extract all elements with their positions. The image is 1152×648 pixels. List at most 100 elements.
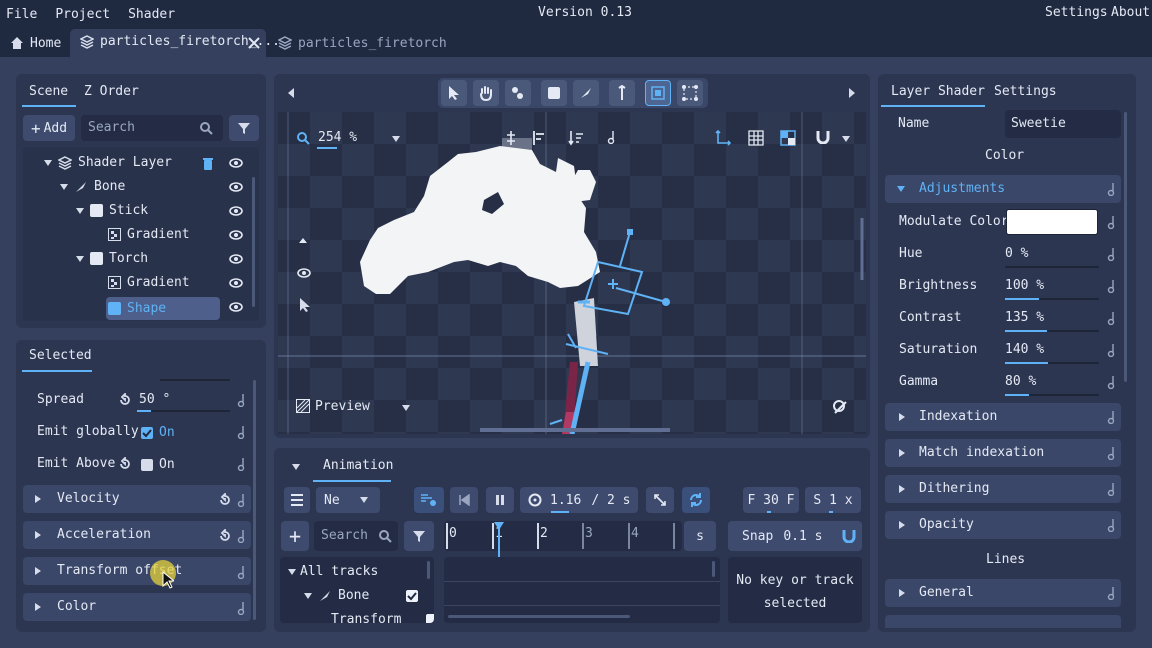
key-icon[interactable] [1107,343,1117,361]
track-bone[interactable]: Bone [304,588,369,603]
zoom-value[interactable]: 254 % [318,130,357,145]
prop-slider[interactable] [1005,330,1099,332]
key-icon[interactable] [1107,182,1117,196]
section-adjustments[interactable]: Adjustments [885,175,1121,203]
menu-project[interactable]: Project [55,7,110,22]
section-indexation[interactable]: Indexation [885,403,1121,431]
modulate-color-swatch[interactable] [1006,209,1098,235]
spread-value[interactable]: 50 ° [139,392,170,407]
eye-icon[interactable] [229,229,243,241]
section-general[interactable]: General [885,579,1121,607]
time-field[interactable]: 1.16 / 2 s [520,487,638,513]
reset-icon[interactable] [218,529,232,543]
chevron-right-icon[interactable] [848,88,856,98]
prop-slider[interactable] [1005,298,1099,300]
menu-button[interactable] [284,487,310,513]
bone-tool-button[interactable] [505,80,531,106]
tree-row-shader-layer[interactable]: Shader Layer [44,155,172,170]
prop-value[interactable]: 140 % [1005,342,1044,357]
checker-icon[interactable] [780,130,796,146]
speed-field[interactable]: S 1 x [805,487,861,513]
track-transform-checkbox[interactable] [425,614,434,623]
camera-settings-icon[interactable] [832,399,848,415]
menu-shader[interactable]: Shader [128,7,175,22]
pan-tool-button[interactable] [473,80,499,106]
filter-button[interactable] [229,115,259,141]
transform-tool-button[interactable] [645,80,671,106]
prop-slider[interactable] [1005,362,1099,364]
select-tool-button[interactable] [441,80,467,106]
section-opacity[interactable]: Opacity [885,511,1121,539]
timeline-scrollbar[interactable] [712,561,715,577]
loop-button[interactable] [682,487,710,513]
key-icon[interactable] [607,130,617,144]
selected-scrollbar[interactable] [253,380,256,620]
timeline-ruler[interactable]: 0 1 2 3 4 [444,521,682,551]
tree-row-shape[interactable]: Shape [106,297,220,320]
timeline-hscrollbar[interactable] [448,615,630,618]
chevron-left-icon[interactable] [287,88,295,98]
tree-scrollbar[interactable] [252,177,255,307]
axis-icon[interactable] [715,130,731,146]
record-button[interactable] [414,487,444,513]
eye-icon[interactable] [229,277,243,289]
eye-icon[interactable] [229,157,243,169]
align-icon[interactable] [504,130,518,146]
key-icon[interactable] [1107,586,1117,600]
name-input[interactable]: Sweetie [1005,110,1121,138]
arrow-up-icon[interactable] [298,236,308,244]
tree-row-gradient[interactable]: Gradient [108,227,190,242]
prop-value[interactable]: 80 % [1005,374,1036,389]
mode-select[interactable]: Ne [316,487,380,513]
tab-inspector-settings[interactable]: Settings [994,84,1057,99]
vertex-tool-button[interactable] [677,80,703,106]
collapse-icon[interactable] [292,464,300,470]
tab-layer-shader[interactable]: Layer Shader [891,84,985,99]
tree-row-bone[interactable]: Bone [60,179,125,194]
tab-scene[interactable]: Scene [29,84,68,99]
sort-icon[interactable] [568,130,584,146]
trash-icon[interactable] [202,157,214,171]
eye-icon[interactable] [229,205,243,217]
key-icon[interactable] [1107,247,1117,265]
tab-home[interactable]: Home [10,34,61,52]
tree-row-torch[interactable]: Torch [76,251,148,266]
section-dithering[interactable]: Dithering [885,475,1121,503]
zoom-dropdown-icon[interactable] [392,136,400,142]
key-icon[interactable] [1107,375,1117,393]
align-left-icon[interactable] [532,130,546,146]
section-velocity[interactable]: Velocity [23,485,251,513]
prop-value[interactable]: 0 % [1005,246,1028,261]
preview-label[interactable]: Preview [315,399,370,414]
track-search-input[interactable]: Search [314,521,398,551]
magnet-icon[interactable] [816,130,830,144]
close-icon[interactable] [248,37,260,49]
key-icon[interactable] [237,529,247,543]
spread-slider[interactable] [137,410,230,412]
pointer-icon[interactable] [299,297,311,313]
key-icon[interactable] [237,565,247,579]
key-icon[interactable] [1107,482,1117,496]
eye-icon[interactable] [297,267,311,279]
reset-icon[interactable] [218,493,232,507]
eye-icon[interactable] [229,301,243,313]
prop-slider[interactable] [1005,266,1099,268]
section-match-indexation[interactable]: Match indexation [885,439,1121,467]
pause-button[interactable] [486,487,514,513]
key-icon[interactable] [1107,446,1117,460]
key-icon[interactable] [1107,518,1117,532]
track-bone-checkbox[interactable] [406,590,418,602]
tree-row-stick[interactable]: Stick [76,203,148,218]
shape-tool-button[interactable] [541,80,567,106]
animation-tab[interactable]: Animation [323,458,393,473]
eye-icon[interactable] [229,181,243,193]
section-transform-offset[interactable]: Transform offset [23,557,251,585]
key-icon[interactable] [1107,410,1117,424]
reset-icon[interactable] [118,457,132,471]
section-acceleration[interactable]: Acceleration [23,521,251,549]
menu-file[interactable]: File [6,7,37,22]
key-icon[interactable] [237,393,247,407]
add-track-button[interactable]: + [281,521,309,551]
tree-row-gradient[interactable]: Gradient [108,275,190,290]
inspector-scrollbar[interactable] [1124,112,1127,382]
